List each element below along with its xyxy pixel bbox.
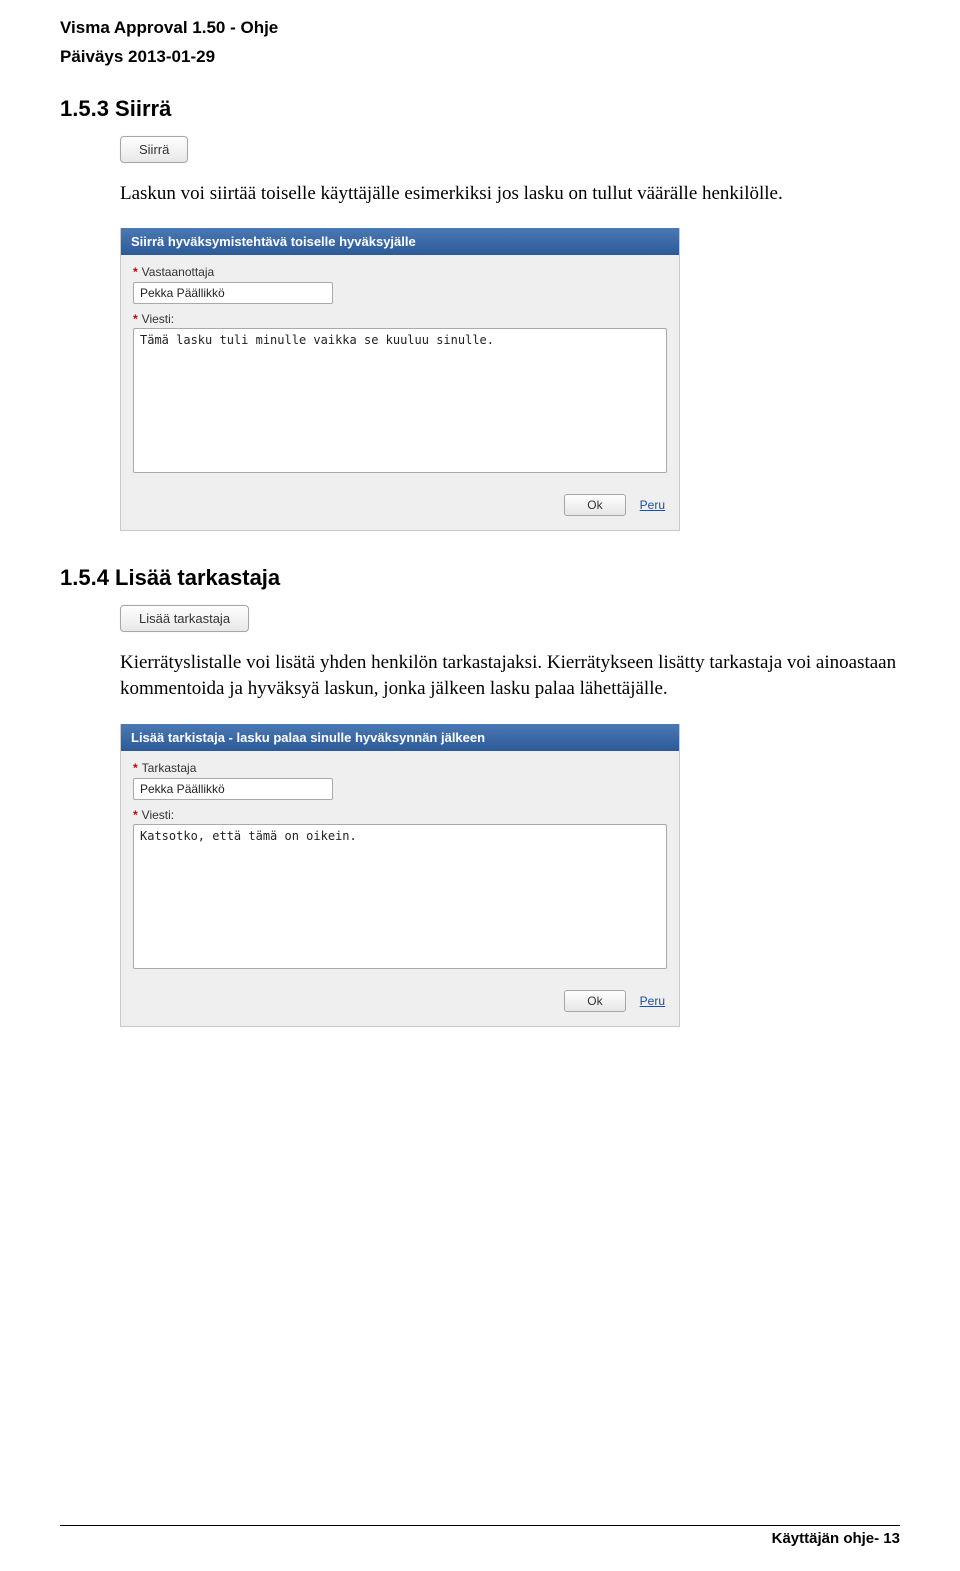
siirra-button[interactable]: Siirrä: [120, 136, 188, 163]
required-asterisk: *: [133, 312, 138, 326]
doc-header: Visma Approval 1.50 - Ohje Päiväys 2013-…: [60, 14, 900, 72]
dialog-lisaa-tarkastaja: Lisää tarkistaja - lasku palaa sinulle h…: [120, 724, 680, 1027]
doc-date: Päiväys 2013-01-29: [60, 43, 900, 72]
reviewer-label: Tarkastaja: [142, 761, 197, 775]
lisaa-tarkastaja-button[interactable]: Lisää tarkastaja: [120, 605, 249, 632]
dialog-lisaa-footer: Ok Peru: [133, 984, 667, 1016]
message2-label-row: * Viesti:: [133, 808, 667, 822]
required-asterisk: *: [133, 808, 138, 822]
cancel-link-2[interactable]: Peru: [640, 994, 665, 1008]
page: Visma Approval 1.50 - Ohje Päiväys 2013-…: [0, 0, 960, 1571]
ok-button[interactable]: Ok: [564, 494, 625, 516]
page-footer: Käyttäjän ohje- 13: [60, 1525, 900, 1547]
message2-textarea[interactable]: [133, 824, 667, 969]
message2-label: Viesti:: [142, 808, 174, 822]
message-label: Viesti:: [142, 312, 174, 326]
reviewer-label-row: * Tarkastaja: [133, 761, 667, 775]
section-heading-siirra: 1.5.3 Siirrä: [60, 96, 900, 122]
section2-body: Lisää tarkastaja Kierrätyslistalle voi l…: [120, 605, 900, 1026]
dialog-lisaa-body: * Tarkastaja * Viesti: Ok Peru: [121, 751, 679, 1026]
required-asterisk: *: [133, 265, 138, 279]
page-footer-text: Käyttäjän ohje- 13: [772, 1530, 900, 1547]
dialog-siirra-title: Siirrä hyväksymistehtävä toiselle hyväks…: [121, 228, 679, 255]
reviewer-input[interactable]: [133, 778, 333, 800]
ok-button-2[interactable]: Ok: [564, 990, 625, 1012]
cancel-link[interactable]: Peru: [640, 498, 665, 512]
section2-paragraph: Kierrätyslistalle voi lisätä yhden henki…: [120, 650, 900, 701]
required-asterisk: *: [133, 761, 138, 775]
section1-paragraph: Laskun voi siirtää toiselle käyttäjälle …: [120, 181, 900, 207]
doc-title: Visma Approval 1.50 - Ohje: [60, 14, 900, 43]
recipient-input[interactable]: [133, 282, 333, 304]
recipient-label: Vastaanottaja: [142, 265, 215, 279]
message-textarea[interactable]: [133, 328, 667, 473]
section1-body: Siirrä Laskun voi siirtää toiselle käytt…: [120, 136, 900, 532]
dialog-siirra: Siirrä hyväksymistehtävä toiselle hyväks…: [120, 228, 680, 531]
dialog-lisaa-title: Lisää tarkistaja - lasku palaa sinulle h…: [121, 724, 679, 751]
message-label-row: * Viesti:: [133, 312, 667, 326]
dialog-siirra-body: * Vastaanottaja * Viesti: Ok Peru: [121, 255, 679, 530]
section-heading-lisaa-tarkastaja: 1.5.4 Lisää tarkastaja: [60, 565, 900, 591]
recipient-label-row: * Vastaanottaja: [133, 265, 667, 279]
dialog-siirra-footer: Ok Peru: [133, 488, 667, 520]
